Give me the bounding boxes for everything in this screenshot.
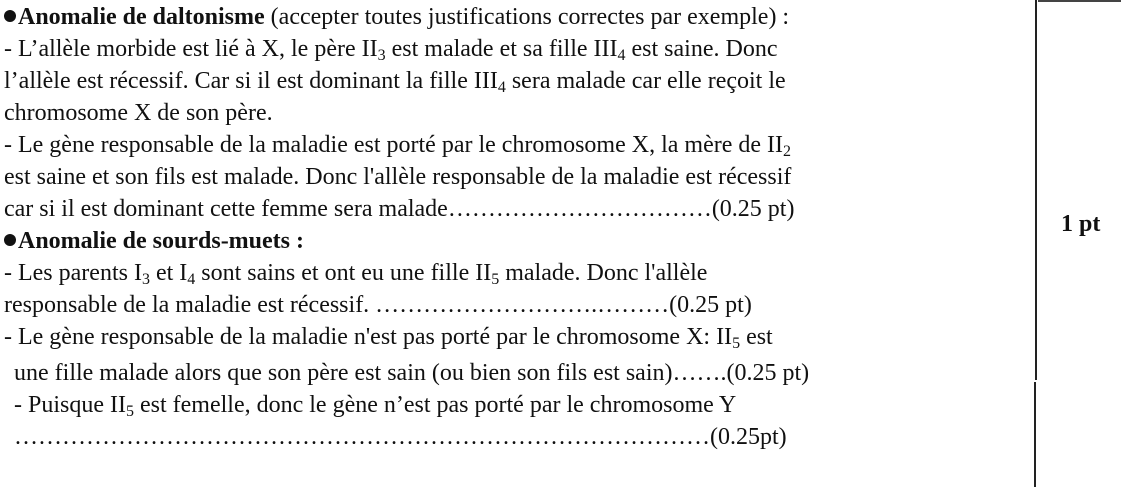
text-run: est femelle, donc le gène n’est pas port… — [133, 392, 737, 418]
text-run: une fille malade alors que son père est … — [14, 360, 810, 386]
text-run: est saine et son fils est malade. Donc l… — [4, 164, 792, 190]
section-heading: Anomalie de daltonisme — [18, 4, 265, 30]
text-line: est saine et son fils est malade. Donc l… — [4, 162, 791, 192]
bullet-icon — [4, 234, 16, 246]
bullet-icon — [4, 10, 16, 22]
subscript: 2 — [783, 143, 792, 160]
text-run: est saine. Donc — [625, 36, 778, 62]
text-run: est — [740, 324, 773, 350]
text-line: Anomalie de daltonisme (accepter toutes … — [4, 2, 789, 32]
text-run: chromosome X de son père. — [4, 100, 273, 126]
text-run: - Le gène responsable de la maladie n'es… — [4, 324, 733, 350]
column-divider — [1034, 382, 1036, 487]
document-page: 1 pt Anomalie de daltonisme (accepter to… — [0, 0, 1122, 487]
section-heading: Anomalie de sourds-muets : — [18, 228, 304, 254]
text-run: est malade et sa fille III — [385, 36, 618, 62]
subscript: 5 — [732, 335, 741, 352]
text-line: - Le gène responsable de la maladie n'es… — [4, 322, 773, 352]
text-run: - Les parents I — [4, 260, 142, 286]
subscript: 3 — [141, 271, 150, 288]
text-line: une fille malade alors que son père est … — [14, 358, 809, 388]
score-value: 1 pt — [1061, 211, 1101, 237]
text-run: - Puisque II — [14, 392, 126, 418]
text-line: chromosome X de son père. — [4, 98, 273, 128]
text-line: car si il est dominant cette femme sera … — [4, 194, 794, 224]
text-line: Anomalie de sourds-muets : — [4, 226, 304, 256]
subscript: 5 — [491, 271, 500, 288]
text-line: responsable de la maladie est récessif. … — [4, 290, 752, 320]
text-line: - Puisque II5 est femelle, donc le gène … — [14, 390, 736, 420]
text-run: ……………………………………………………………………………(0.25pt) — [14, 424, 787, 450]
score-cell — [1037, 0, 1122, 380]
text-run: et I — [149, 260, 188, 286]
text-line: l’allèle est récessif. Car si il est dom… — [4, 66, 786, 96]
subscript: 4 — [497, 79, 506, 96]
text-run: sont sains et ont eu une fille II — [195, 260, 492, 286]
text-run: sera malade car elle reçoit le — [505, 68, 786, 94]
subscript: 4 — [617, 47, 626, 64]
heading-note: (accepter toutes justifications correcte… — [264, 4, 790, 30]
text-line: - L’allèle morbide est lié à X, le père … — [4, 34, 777, 64]
subscript: 5 — [125, 403, 134, 420]
text-run: car si il est dominant cette femme sera … — [4, 196, 795, 222]
text-line: - Les parents I3 et I4 sont sains et ont… — [4, 258, 707, 288]
text-run: - L’allèle morbide est lié à X, le père … — [4, 36, 378, 62]
cell-top-border — [1038, 0, 1121, 5]
text-run: l’allèle est récessif. Car si il est dom… — [4, 68, 498, 94]
text-line: - Le gène responsable de la maladie est … — [4, 130, 791, 160]
text-line: ……………………………………………………………………………(0.25pt) — [14, 422, 787, 452]
subscript: 3 — [377, 47, 386, 64]
text-run: responsable de la maladie est récessif. … — [4, 292, 752, 318]
text-run: - Le gène responsable de la maladie est … — [4, 132, 784, 158]
text-run: malade. Donc l'allèle — [499, 260, 708, 286]
